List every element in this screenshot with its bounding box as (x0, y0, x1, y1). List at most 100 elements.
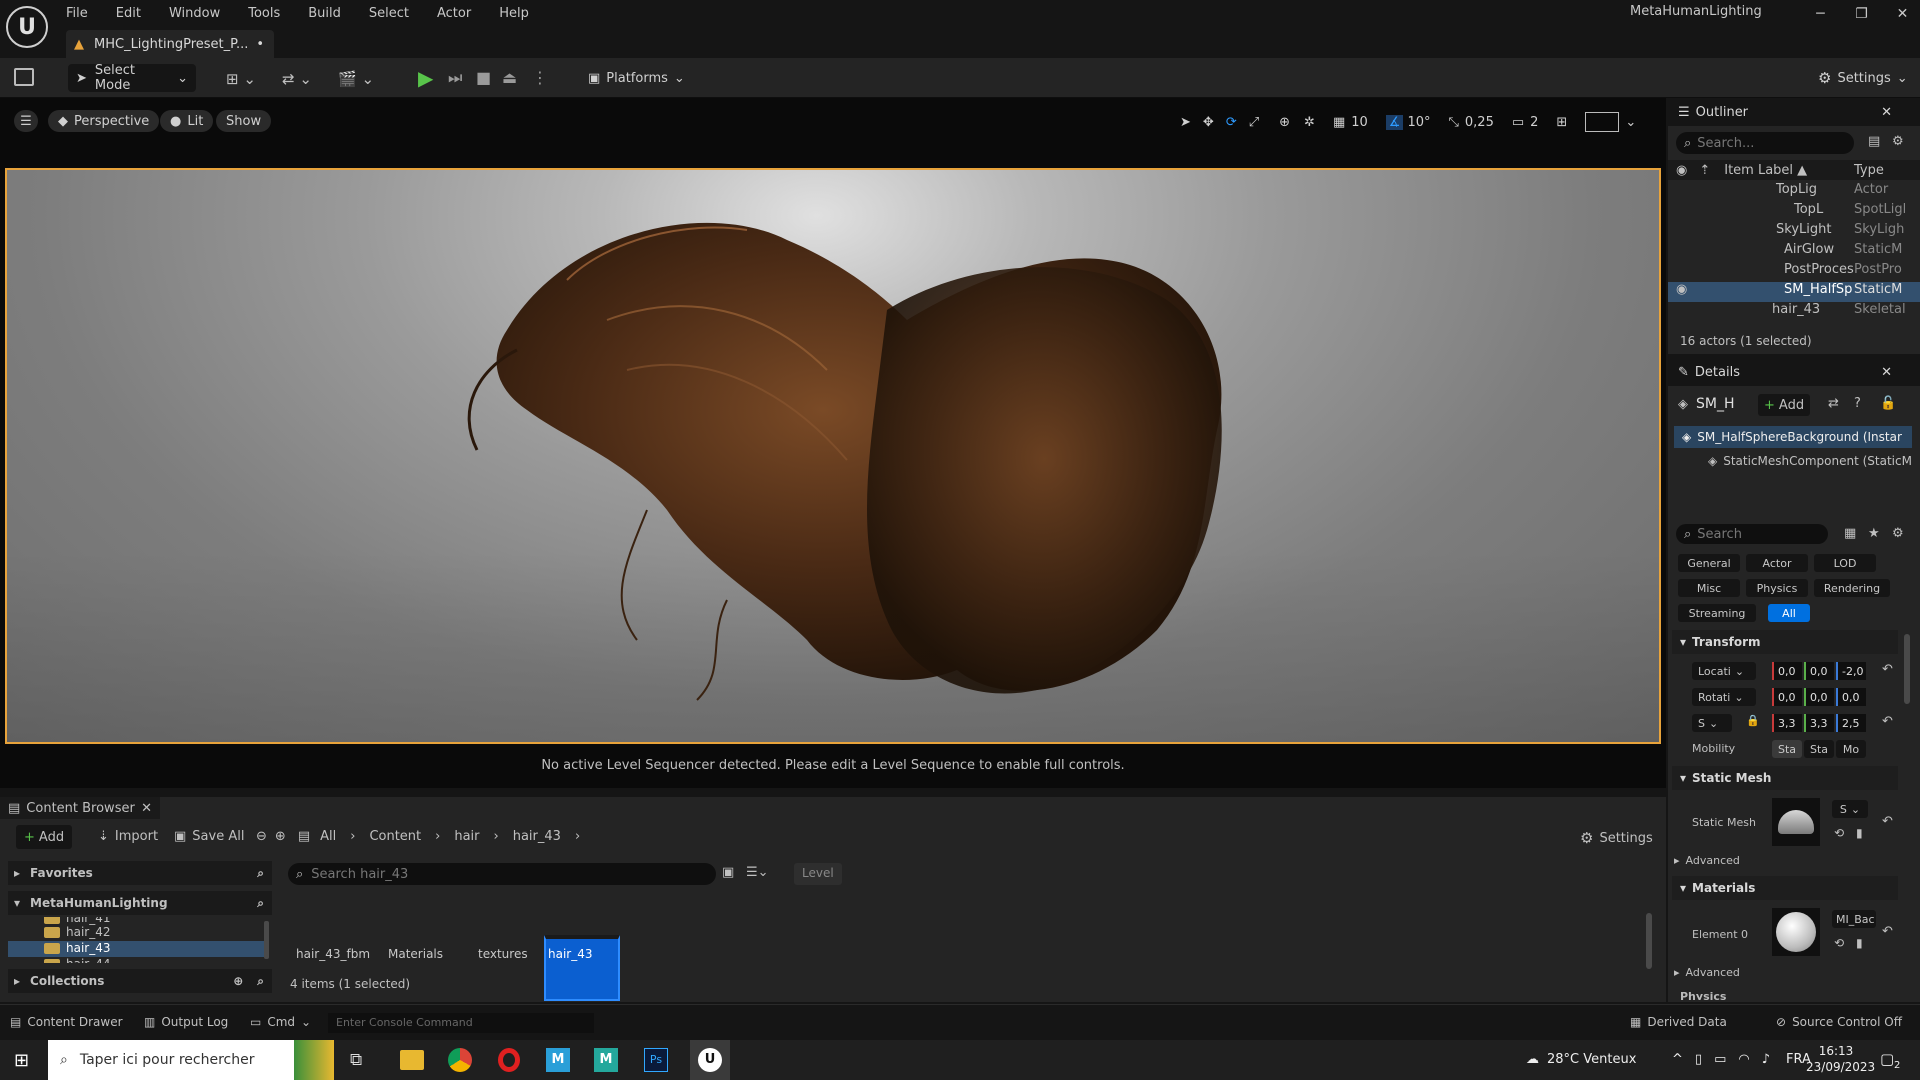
item-label-header[interactable]: Item Label ▲ (1724, 163, 1807, 178)
output-log-button[interactable]: ▥ Output Log (144, 1015, 228, 1029)
material-thumbnail[interactable] (1772, 908, 1820, 956)
details-tab[interactable]: ✎ Details ✕ (1668, 358, 1920, 386)
grid-snap-value[interactable]: 10 (1351, 115, 1368, 130)
asset-folder-hair-43-fbm[interactable]: hair_43_fbm (296, 947, 370, 961)
static-mesh-dropdown[interactable]: S ⌄ (1832, 800, 1868, 818)
mobility-movable[interactable]: Mo (1836, 740, 1866, 758)
search-icon[interactable]: ⌕ (257, 896, 264, 911)
grid-view-icon[interactable]: ▦ (1844, 526, 1856, 541)
details-search-input[interactable]: Search (1697, 527, 1742, 542)
rotate-tool-icon[interactable]: ⟳ (1226, 115, 1237, 130)
breadcrumb-all[interactable]: All (320, 829, 336, 844)
select-mode-dropdown[interactable]: ➤ Select Mode ⌄ (68, 63, 196, 93)
forward-icon[interactable]: ⊕ (275, 829, 286, 844)
console-input[interactable]: Enter Console Command (328, 1013, 594, 1033)
save-all-button[interactable]: ▣ Save All (174, 829, 244, 844)
import-button[interactable]: ⇣ Import (98, 829, 158, 844)
close-icon[interactable]: ✕ (1881, 365, 1892, 380)
details-scrollbar[interactable] (1904, 634, 1910, 704)
menu-actor[interactable]: Actor (437, 6, 471, 21)
show-button[interactable]: Show (216, 110, 272, 132)
folder-tree-item[interactable]: hair_42 (8, 925, 266, 941)
chrome-icon[interactable] (448, 1048, 472, 1072)
breadcrumb-content[interactable]: Content (369, 829, 421, 844)
menu-window[interactable]: Window (169, 6, 220, 21)
filter-physics[interactable]: Physics (1746, 579, 1808, 597)
materials-section[interactable]: ▾ Materials (1672, 876, 1898, 900)
static-mesh-section[interactable]: ▾ Static Mesh (1672, 766, 1898, 790)
chevron-up-icon[interactable]: ^ (1672, 1052, 1683, 1067)
component-root[interactable]: ◈ SM_HalfSphereBackground (Instar (1674, 426, 1912, 448)
select-tool-icon[interactable]: ➤ (1180, 115, 1191, 130)
chevron-down-icon[interactable]: ⌄ (1625, 115, 1636, 130)
restore-button[interactable]: ❐ (1841, 6, 1882, 22)
reset-icon[interactable]: ↶ (1882, 714, 1893, 729)
asset-folder-materials[interactable]: Materials (388, 947, 443, 961)
folder-tree-item-selected[interactable]: hair_43 (8, 941, 266, 957)
outliner-row[interactable]: AirGlow StaticM (1668, 242, 1920, 262)
level-tab[interactable]: ▲ MHC_LightingPreset_P... • (66, 30, 274, 58)
location-dropdown[interactable]: Locati ⌄ (1692, 662, 1756, 680)
photoshop-icon[interactable]: Ps (644, 1048, 668, 1072)
task-view-icon[interactable]: ⧉ (350, 1050, 362, 1070)
cinematics-icon[interactable]: 🎬 ⌄ (338, 70, 374, 88)
world-space-icon[interactable]: ⊕ (1279, 115, 1290, 130)
filter-icon[interactable]: ☰⌄ (746, 865, 769, 880)
eject-icon[interactable]: ⏏ (502, 68, 517, 87)
menu-edit[interactable]: Edit (116, 6, 141, 21)
filter-misc[interactable]: Misc (1678, 579, 1740, 597)
content-drawer-button[interactable]: ▤ Content Drawer (10, 1015, 123, 1029)
type-header[interactable]: Type (1854, 163, 1884, 178)
menu-build[interactable]: Build (308, 6, 341, 21)
minimize-button[interactable]: ─ (1800, 6, 1841, 22)
opera-icon[interactable] (498, 1048, 520, 1072)
outliner-tab[interactable]: ☰ Outliner ✕ (1668, 98, 1920, 126)
step-icon[interactable]: ⏭ (448, 68, 462, 88)
scale-snap-icon[interactable]: ⤡ (1448, 115, 1458, 130)
blueprint-icon[interactable]: ⇄ (1828, 396, 1839, 411)
browse-icon[interactable]: ⟲ (1834, 826, 1844, 840)
breadcrumb-hair[interactable]: hair (454, 829, 479, 844)
asset-folder-textures[interactable]: textures (478, 947, 528, 961)
transform-section[interactable]: ▾ Transform (1672, 630, 1898, 654)
asset-search-input[interactable]: Search hair_43 (311, 867, 408, 882)
breadcrumb-hair-43[interactable]: hair_43 (513, 829, 561, 844)
notifications-icon[interactable]: ▢ (1880, 1050, 1894, 1068)
asset-search[interactable]: ⌕ Search hair_43 (288, 863, 716, 885)
close-icon[interactable]: ✕ (1881, 105, 1892, 120)
scale-snap-value[interactable]: 0,25 (1465, 115, 1494, 130)
blueprint-icon[interactable]: ⇄ ⌄ (282, 70, 312, 88)
gear-icon[interactable]: ⚙ (1892, 134, 1904, 149)
scale-tool-icon[interactable]: ⤢ (1249, 115, 1259, 130)
stop-icon[interactable]: ■ (476, 68, 491, 87)
add-actor-icon[interactable]: ⊞ ⌄ (226, 70, 256, 88)
lit-button[interactable]: ● Lit (160, 110, 214, 132)
asset-scrollbar[interactable] (1646, 913, 1652, 969)
maya-2-icon[interactable]: M (594, 1048, 618, 1072)
windows-search[interactable]: ⌕ Taper ici pour rechercher (48, 1040, 334, 1080)
clock[interactable]: 16:13 23/09/2023 (1806, 1043, 1875, 1075)
material-dropdown[interactable]: MI_Bac (1832, 910, 1876, 928)
mobility-stationary[interactable]: Sta (1804, 740, 1834, 758)
materials-advanced[interactable]: ▸ Advanced (1674, 966, 1740, 979)
outliner-row-selected[interactable]: ◉ SM_HalfSp StaticM (1668, 282, 1920, 302)
outliner-row[interactable]: PostProces PostPro (1668, 262, 1920, 282)
perspective-button[interactable]: ◆ Perspective (48, 110, 160, 132)
menu-tools[interactable]: Tools (248, 6, 280, 21)
camera-speed-icon[interactable]: ▭ (1512, 115, 1524, 130)
more-options-icon[interactable]: ⋮ (532, 68, 548, 87)
translate-tool-icon[interactable]: ✥ (1203, 115, 1214, 130)
menu-help[interactable]: Help (499, 6, 529, 21)
network-icon[interactable]: ▭ (1714, 1052, 1726, 1067)
eye-icon[interactable]: ◉ (1676, 163, 1687, 178)
reset-icon[interactable]: ↶ (1882, 924, 1893, 939)
windows-start-icon[interactable]: ⊞ (14, 1050, 29, 1071)
reset-icon[interactable]: ↶ (1882, 814, 1893, 829)
scale-x[interactable]: 3,3 (1772, 714, 1802, 732)
grid-snap-icon[interactable]: ▦ (1333, 115, 1345, 130)
unreal-taskbar-button[interactable]: U (690, 1040, 730, 1080)
source-control-button[interactable]: ⊘ Source Control Off (1776, 1015, 1902, 1029)
viewport-layout-icon[interactable] (1585, 112, 1620, 132)
wifi-icon[interactable]: ◠ (1738, 1052, 1749, 1067)
folder-tree-item[interactable]: hair_41 (8, 917, 266, 925)
